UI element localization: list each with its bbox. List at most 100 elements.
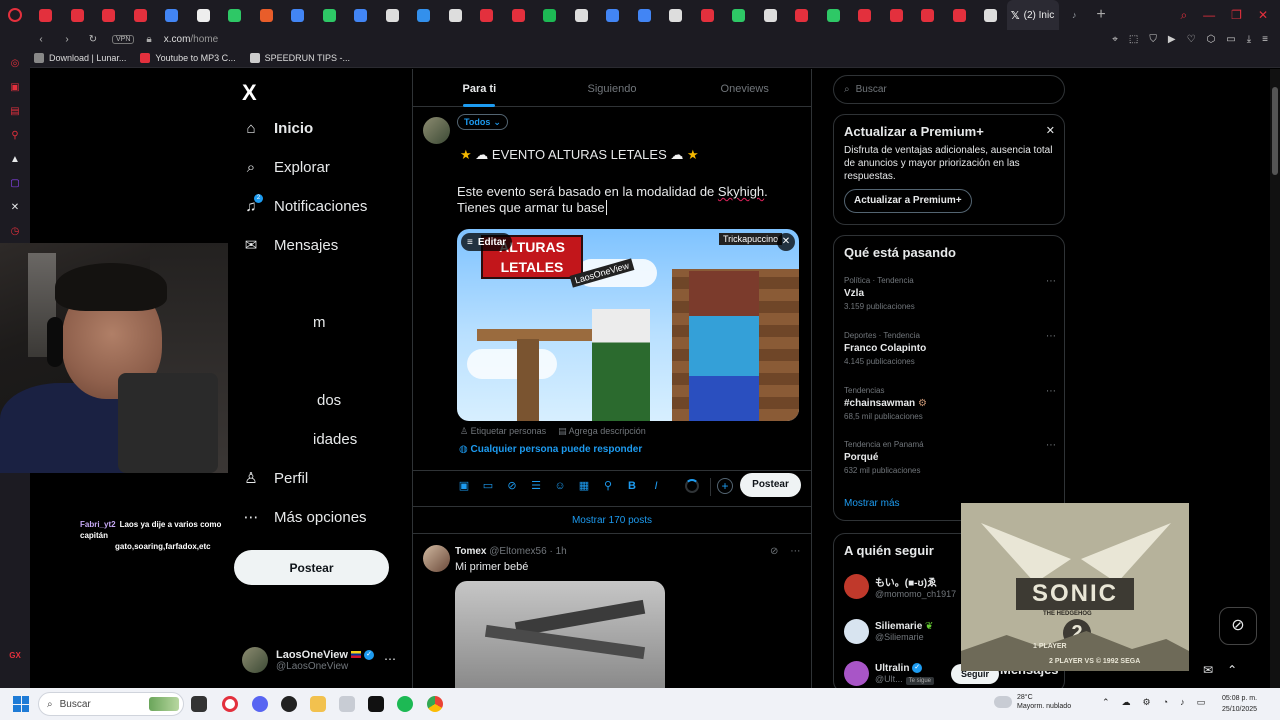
follow-suggestion[interactable]: Siliemarie ❦ @Siliemarie bbox=[844, 619, 933, 644]
show-new-posts[interactable]: Mostrar 170 posts bbox=[413, 506, 811, 534]
expand-icon[interactable]: ⌃ bbox=[1227, 663, 1237, 677]
messenger-icon[interactable]: ▣ bbox=[8, 80, 22, 94]
more-icon[interactable]: ⋯ bbox=[790, 546, 800, 557]
minimize-icon[interactable]: — bbox=[1203, 8, 1215, 22]
browser-tab[interactable] bbox=[30, 0, 62, 30]
italic-icon[interactable]: I bbox=[650, 480, 662, 492]
browser-tab[interactable] bbox=[881, 0, 913, 30]
nav-notifications[interactable]: ♫ 2 Notificaciones bbox=[242, 194, 367, 215]
download-icon[interactable]: ⤓ bbox=[1247, 34, 1251, 45]
discord-icon[interactable] bbox=[252, 696, 268, 712]
browser-tab[interactable] bbox=[471, 0, 503, 30]
twitch-icon[interactable]: ▢ bbox=[8, 176, 22, 190]
nav-bookmarks[interactable]: dos bbox=[317, 392, 341, 409]
browser-tab[interactable] bbox=[156, 0, 188, 30]
browser-tab[interactable] bbox=[723, 0, 755, 30]
new-message-icon[interactable]: ✉ bbox=[1203, 663, 1213, 677]
screenshot-icon[interactable]: ⬚ bbox=[1129, 34, 1138, 45]
app-tray-icon[interactable]: ⚙ bbox=[1143, 697, 1151, 708]
pin-icon[interactable]: ⌖ bbox=[1112, 34, 1118, 45]
onedrive-icon[interactable]: ☁ bbox=[1122, 697, 1131, 708]
trend-item[interactable]: Tendencias #chainsawman ⚙ 68,5 mil publi… bbox=[844, 386, 1056, 421]
browser-tab[interactable] bbox=[912, 0, 944, 30]
browser-tab[interactable] bbox=[62, 0, 94, 30]
browser-tab[interactable] bbox=[755, 0, 787, 30]
tab-active[interactable]: 𝕏 (2) Inic bbox=[1006, 0, 1059, 30]
new-tab-button[interactable]: + bbox=[1090, 6, 1112, 24]
spotify-icon[interactable] bbox=[397, 696, 413, 712]
capcut-icon[interactable] bbox=[339, 696, 355, 712]
schedule-icon[interactable]: ▦ bbox=[578, 480, 590, 492]
heart-icon[interactable]: ♡ bbox=[1187, 34, 1196, 45]
wifi-icon[interactable]: ◔ bbox=[1163, 697, 1168, 708]
nav-explore[interactable]: ⌕ Explorar bbox=[242, 158, 330, 176]
taskbar-clock[interactable]: 05:08 p. m. 25/10/2025 bbox=[1222, 693, 1257, 715]
browser-tab[interactable] bbox=[282, 0, 314, 30]
remove-media-button[interactable]: ✕ bbox=[777, 233, 795, 251]
nav-communities[interactable]: idades bbox=[313, 431, 357, 448]
opera-gx-taskbar-icon[interactable] bbox=[222, 696, 238, 712]
browser-tab[interactable] bbox=[660, 0, 692, 30]
nav-messages[interactable]: ✉ Mensajes bbox=[242, 236, 339, 255]
trend-item[interactable]: Tendencia en Panamá Porqué 632 mil publi… bbox=[844, 440, 1056, 475]
follow-suggestion[interactable]: Ultralin ✓ @Ult... Te sigue bbox=[844, 661, 934, 686]
browser-tab[interactable] bbox=[597, 0, 629, 30]
browser-tab[interactable] bbox=[408, 0, 440, 30]
x-logo[interactable]: X bbox=[242, 80, 257, 106]
opera-logo[interactable] bbox=[0, 0, 30, 30]
wallet-icon[interactable]: ▭ bbox=[1226, 34, 1235, 45]
more-icon[interactable]: ⋯ bbox=[1046, 276, 1056, 287]
gx-corner-icon[interactable]: ▤ bbox=[8, 104, 22, 118]
chrome-icon[interactable] bbox=[427, 696, 443, 712]
compose-textarea[interactable]: Este evento será basado en la modalidad … bbox=[457, 184, 797, 216]
compose-title-line[interactable]: ★ ☁ EVENTO ALTURAS LETALES ☁ ★ bbox=[460, 147, 699, 163]
adblock-icon[interactable]: ⛉ bbox=[1149, 34, 1157, 45]
bookmark-item[interactable]: Download | Lunar... bbox=[34, 52, 126, 63]
browser-tab[interactable] bbox=[219, 0, 251, 30]
more-icon[interactable]: ⋯ bbox=[1046, 386, 1056, 397]
tab-following[interactable]: Siguiendo bbox=[546, 75, 679, 106]
mountain-icon[interactable]: ▲ bbox=[8, 152, 22, 166]
browser-tab[interactable] bbox=[944, 0, 976, 30]
volume-icon[interactable]: ♪ bbox=[1180, 697, 1185, 708]
grok-button[interactable]: ⊘ bbox=[1219, 607, 1257, 645]
menu-icon[interactable]: ≡ bbox=[1262, 34, 1268, 45]
pin-sidebar-icon[interactable]: ⚲ bbox=[8, 128, 22, 142]
forward-icon[interactable]: › bbox=[60, 34, 74, 45]
close-window-icon[interactable]: ✕ bbox=[1258, 8, 1268, 22]
folder-icon[interactable] bbox=[310, 696, 326, 712]
lock-icon[interactable]: 🔒︎ bbox=[146, 34, 151, 45]
battery-icon[interactable]: ▭ bbox=[1197, 697, 1206, 708]
browser-tab[interactable] bbox=[786, 0, 818, 30]
browser-tab[interactable] bbox=[251, 0, 283, 30]
browser-tab[interactable] bbox=[345, 0, 377, 30]
page-scrollbar[interactable] bbox=[1270, 69, 1280, 688]
audience-selector[interactable]: Todos ⌄ bbox=[457, 114, 508, 130]
tweet-avatar[interactable] bbox=[423, 545, 450, 572]
task-view-icon[interactable] bbox=[191, 696, 207, 712]
reply-settings[interactable]: ◍ Cualquier persona puede responder bbox=[459, 444, 642, 455]
composer-avatar[interactable] bbox=[423, 117, 450, 144]
attached-media-image[interactable]: ALTURAS LETALES LaosOneView Trickapuccin… bbox=[457, 229, 799, 421]
browser-tab[interactable] bbox=[975, 0, 1007, 30]
tab-tiktok[interactable]: ♪ bbox=[1059, 0, 1091, 30]
taskbar-search[interactable]: ⌕ Buscar bbox=[38, 692, 184, 716]
poll-icon[interactable]: ☰ bbox=[530, 480, 542, 492]
image-icon[interactable]: ▣ bbox=[458, 480, 470, 492]
upgrade-premium-button[interactable]: Actualizar a Premium+ bbox=[844, 189, 972, 213]
scrollbar-thumb[interactable] bbox=[1272, 87, 1278, 175]
tab-oneviews[interactable]: Oneviews bbox=[678, 75, 811, 106]
bold-icon[interactable]: B bbox=[626, 480, 638, 492]
browser-tab[interactable] bbox=[534, 0, 566, 30]
more-icon[interactable]: ⋯ bbox=[1046, 331, 1056, 342]
close-icon[interactable]: ✕ bbox=[1046, 124, 1055, 137]
trend-item[interactable]: Deportes · Tendencia Franco Colapinto 4.… bbox=[844, 331, 1056, 366]
maximize-icon[interactable]: ❐ bbox=[1231, 8, 1242, 22]
tag-people-link[interactable]: ♙ Etiquetar personas bbox=[460, 426, 546, 437]
aria-icon[interactable]: ◎ bbox=[8, 56, 22, 70]
more-icon[interactable]: ⋯ bbox=[1046, 440, 1056, 451]
browser-tab[interactable] bbox=[125, 0, 157, 30]
nav-more-options[interactable]: ⋯ Más opciones bbox=[242, 508, 367, 527]
bookmark-item[interactable]: Youtube to MP3 C... bbox=[140, 52, 236, 63]
gif-icon[interactable]: ▭ bbox=[482, 480, 494, 492]
